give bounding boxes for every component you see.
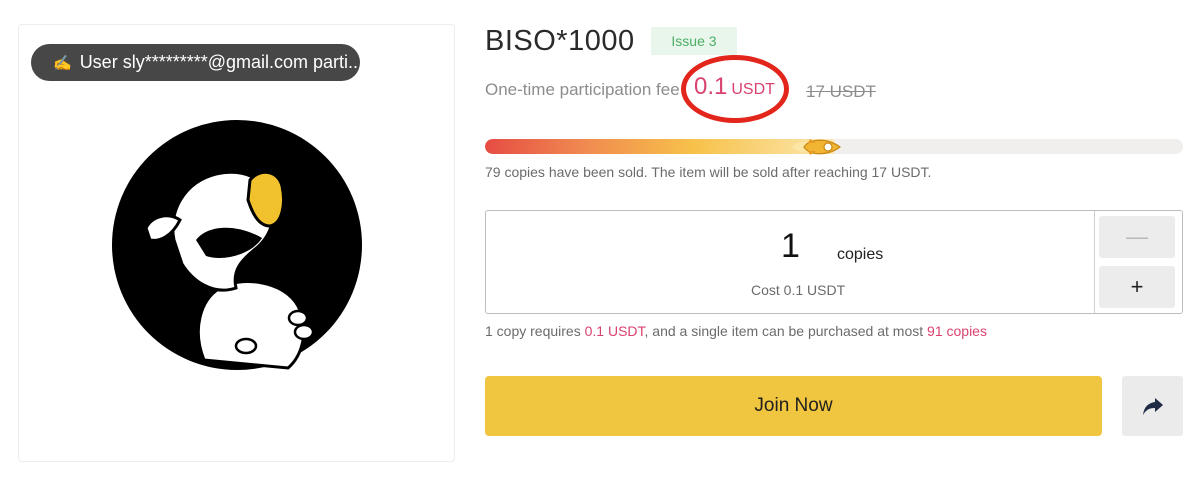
share-arrow-icon [1142,398,1163,415]
quantity-divider [1094,211,1095,313]
purchase-limit-text: 1 copy requires 0.1 USDT, and a single i… [485,323,987,339]
participation-ticker: ✍ User sly*********@gmail.com parti... [31,44,360,81]
increment-button[interactable]: + [1099,266,1175,308]
sales-status-text: 79 copies have been sold. The item will … [485,164,932,180]
issue-badge: Issue 3 [651,27,737,55]
plus-icon: + [1130,274,1144,299]
decrement-button[interactable]: — [1099,216,1175,258]
quantity-unit: copies [837,246,884,263]
limit-price: 0.1 USDT [584,323,645,339]
product-title: BISO*1000 [485,25,635,57]
quantity-panel [485,210,1183,314]
product-image-card: ✍ User sly*********@gmail.com parti... [18,24,455,462]
original-price: 17 USDT [806,82,876,101]
limit-middle: , and a single item can be purchased at … [644,323,928,339]
limit-prefix: 1 copy requires [485,323,585,339]
quantity-value[interactable]: 1 [781,227,800,266]
sales-progress-fill [485,139,834,154]
hand-writing-icon: ✍ [53,54,72,72]
share-button[interactable] [1122,376,1183,436]
quantity-cost: Cost 0.1 USDT [751,282,846,298]
join-now-button[interactable]: Join Now [485,376,1102,436]
minus-icon: — [1126,224,1148,249]
fee-label: One-time participation fee [485,80,680,99]
goose-avatar [112,120,362,370]
ticker-text: User sly*********@gmail.com parti... [79,52,360,72]
rocket-icon [792,139,842,155]
highlight-circle [681,55,789,123]
limit-max: 91 copies [927,323,987,339]
